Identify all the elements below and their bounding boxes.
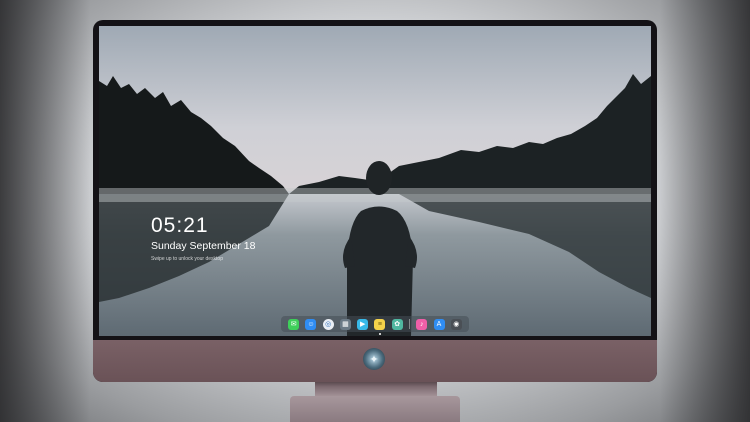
video-icon[interactable]: ▶ — [357, 318, 369, 330]
screen: 05:21 Sunday September 18 Swipe up to un… — [99, 26, 651, 336]
dock-active-indicator — [379, 333, 381, 335]
wallpaper — [99, 26, 651, 336]
vignette-left — [0, 0, 90, 422]
monitor-chin: ✦ — [93, 340, 657, 382]
notes-icon[interactable]: ≡ — [374, 318, 386, 330]
messages-icon[interactable]: ✉ — [288, 318, 300, 330]
brand-logo-icon: ✦ — [363, 348, 385, 370]
dock: ✉ ☺ ◎ ▦ ▶ ≡ ✿ ♪ A ◉ — [281, 316, 469, 332]
safari-icon[interactable]: ◎ — [322, 318, 334, 330]
monitor: 05:21 Sunday September 18 Swipe up to un… — [93, 20, 657, 382]
monitor-stand-base — [290, 396, 460, 422]
vignette-right — [660, 0, 750, 422]
photos-icon[interactable]: ✿ — [391, 318, 403, 330]
lock-subtext: Swipe up to unlock your desktop — [151, 256, 223, 262]
finder-icon[interactable]: ☺ — [305, 318, 317, 330]
app-store-icon[interactable]: A — [433, 318, 445, 330]
camera-icon[interactable]: ◉ — [450, 318, 462, 330]
music-icon[interactable]: ♪ — [416, 318, 428, 330]
lock-clock: 05:21 — [151, 214, 209, 237]
dock-separator — [408, 319, 410, 329]
lock-date: Sunday September 18 — [151, 240, 256, 252]
launchpad-icon[interactable]: ▦ — [339, 318, 351, 330]
